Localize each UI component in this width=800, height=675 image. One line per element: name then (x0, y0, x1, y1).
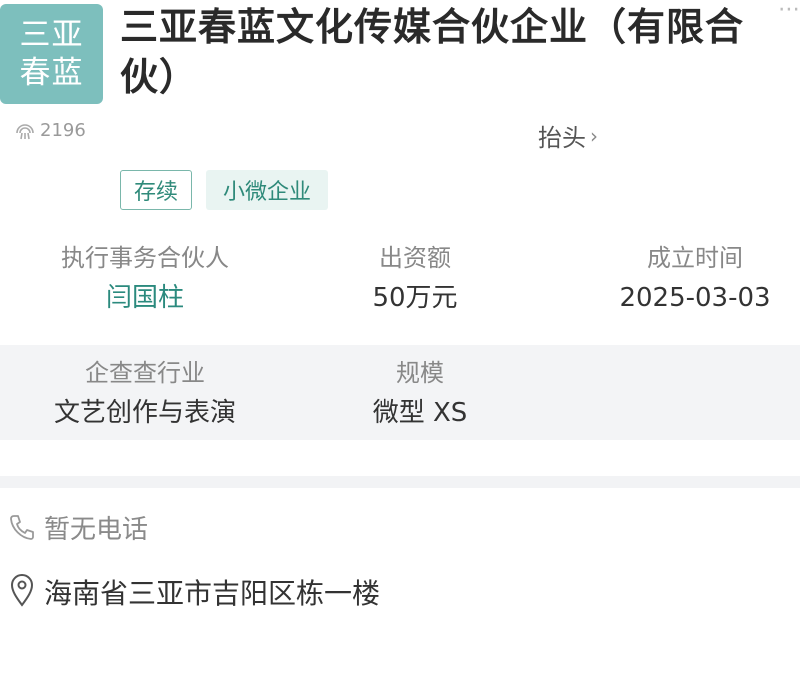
phone-row[interactable]: 暂无电话 (8, 512, 148, 548)
founded-value: 2025-03-03 (619, 283, 771, 313)
more-button[interactable]: ⋯ (760, 0, 800, 30)
phone-text: 暂无电话 (44, 515, 149, 545)
location-pin-icon (10, 574, 34, 607)
industry-label: 企查查行业 (85, 359, 205, 387)
company-name: 三亚春蓝文化传媒合伙企业（有限合伙） (120, 5, 745, 99)
industry-band: 企查查行业 文艺创作与表演 规模 微型 XS (0, 345, 800, 440)
industry-value: 文艺创作与表演 (53, 398, 236, 428)
scale-badge: 小微企业 (206, 170, 328, 210)
logo-line-1: 三亚 (19, 17, 84, 53)
views-value: 2196 (40, 120, 86, 141)
founded-label: 成立时间 (647, 244, 743, 272)
address-row[interactable]: 海南省三亚市吉阳区栋一楼 (8, 572, 464, 616)
capital-label: 出资额 (379, 244, 451, 272)
capital-block: 出资额 50万元 (330, 240, 500, 320)
partner-label: 执行事务合伙人 (61, 244, 229, 272)
view-count: 2196 (14, 120, 86, 141)
partner-link[interactable]: 闫国柱 (40, 276, 250, 320)
status-badge: 存续 (120, 170, 192, 210)
founded-block: 成立时间 2025-03-03 (595, 240, 795, 320)
phone-icon (10, 515, 34, 540)
capital-value: 50万元 (372, 283, 458, 313)
partner-block: 执行事务合伙人 闫国柱 (40, 240, 250, 320)
industry-block: 企查查行业 文艺创作与表演 (30, 355, 260, 435)
taitou-link[interactable]: 抬头 › (538, 118, 598, 153)
logo-line-2: 春蓝 (19, 55, 84, 91)
views-icon (16, 123, 34, 139)
size-block: 规模 微型 XS (340, 355, 500, 435)
chevron-right-icon: › (590, 123, 598, 148)
section-divider (0, 476, 800, 488)
more-icon: ⋯ (778, 0, 800, 22)
key-info: 执行事务合伙人 闫国柱 出资额 50万元 成立时间 2025-03-03 (0, 240, 800, 330)
size-label: 规模 (396, 359, 444, 387)
taitou-label: 抬头 (538, 124, 586, 152)
size-value: 微型 XS (372, 398, 468, 428)
address-text: 海南省三亚市吉阳区栋一楼 (44, 577, 381, 610)
company-logo: 三亚 春蓝 (0, 4, 103, 104)
